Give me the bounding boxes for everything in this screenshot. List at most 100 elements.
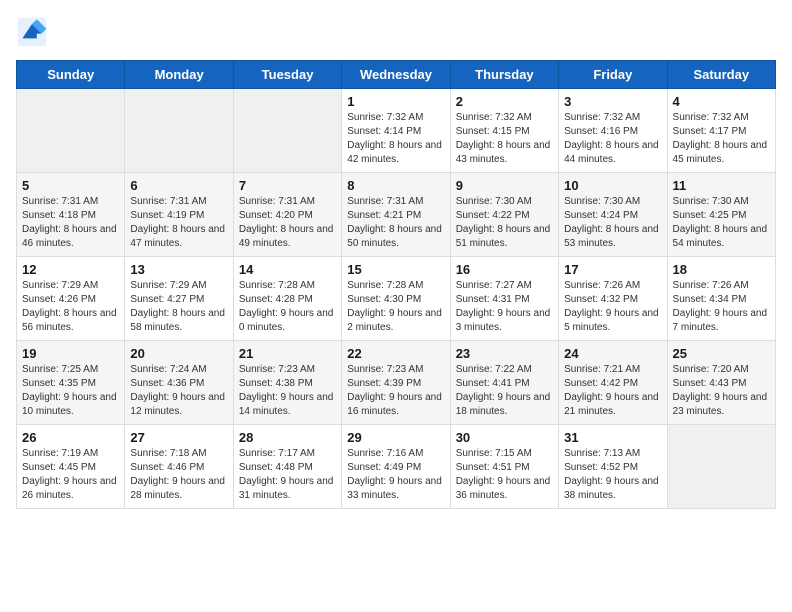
calendar-cell: 20 Sunrise: 7:24 AMSunset: 4:36 PMDayligh… <box>125 341 233 425</box>
calendar-cell: 4 Sunrise: 7:32 AMSunset: 4:17 PMDaylight… <box>667 89 775 173</box>
calendar-cell: 3 Sunrise: 7:32 AMSunset: 4:16 PMDaylight… <box>559 89 667 173</box>
calendar-cell: 24 Sunrise: 7:21 AMSunset: 4:42 PMDayligh… <box>559 341 667 425</box>
calendar-cell: 5Sunrise: 7:31 AMSunset: 4:18 PMDaylight… <box>17 173 125 257</box>
day-info: Sunrise: 7:29 AMSunset: 4:27 PMDaylight:… <box>130 279 227 335</box>
col-header-saturday: Saturday <box>667 61 775 89</box>
day-number: 3 <box>564 94 661 109</box>
day-info: Sunrise: 7:31 AMSunset: 4:21 PMDaylight:… <box>347 195 444 251</box>
col-header-friday: Friday <box>559 61 667 89</box>
calendar-cell: 10 Sunrise: 7:30 AMSunset: 4:24 PMDayligh… <box>559 173 667 257</box>
day-info: Sunrise: 7:30 AMSunset: 4:24 PMDaylight:… <box>564 195 661 251</box>
calendar-cell: 18 Sunrise: 7:26 AMSunset: 4:34 PMDayligh… <box>667 257 775 341</box>
calendar-cell: 1 Sunrise: 7:32 AMSunset: 4:14 PMDaylight… <box>342 89 450 173</box>
day-number: 27 <box>130 430 227 445</box>
col-header-sunday: Sunday <box>17 61 125 89</box>
day-number: 22 <box>347 346 444 361</box>
calendar-cell: 6 Sunrise: 7:31 AMSunset: 4:19 PMDaylight… <box>125 173 233 257</box>
day-number: 7 <box>239 178 336 193</box>
calendar-cell: 29 Sunrise: 7:16 AMSunset: 4:49 PMDayligh… <box>342 425 450 509</box>
day-number: 5 <box>22 178 119 193</box>
day-number: 28 <box>239 430 336 445</box>
day-number: 9 <box>456 178 553 193</box>
day-info: Sunrise: 7:18 AMSunset: 4:46 PMDaylight:… <box>130 447 227 503</box>
day-info: Sunrise: 7:15 AMSunset: 4:51 PMDaylight:… <box>456 447 553 503</box>
day-number: 24 <box>564 346 661 361</box>
logo <box>16 16 52 48</box>
calendar-cell: 14 Sunrise: 7:28 AMSunset: 4:28 PMDayligh… <box>233 257 341 341</box>
day-number: 14 <box>239 262 336 277</box>
day-info: Sunrise: 7:19 AMSunset: 4:45 PMDaylight:… <box>22 447 119 503</box>
day-number: 13 <box>130 262 227 277</box>
calendar-cell: 25 Sunrise: 7:20 AMSunset: 4:43 PMDayligh… <box>667 341 775 425</box>
calendar-cell: 7 Sunrise: 7:31 AMSunset: 4:20 PMDaylight… <box>233 173 341 257</box>
day-info: Sunrise: 7:28 AMSunset: 4:30 PMDaylight:… <box>347 279 444 335</box>
day-info: Sunrise: 7:32 AMSunset: 4:15 PMDaylight:… <box>456 111 553 167</box>
day-number: 12 <box>22 262 119 277</box>
calendar-cell: 31 Sunrise: 7:13 AMSunset: 4:52 PMDayligh… <box>559 425 667 509</box>
calendar-cell: 2 Sunrise: 7:32 AMSunset: 4:15 PMDaylight… <box>450 89 558 173</box>
calendar-cell: 22Sunrise: 7:23 AMSunset: 4:39 PMDayligh… <box>342 341 450 425</box>
calendar-cell <box>125 89 233 173</box>
calendar-cell: 11 Sunrise: 7:30 AMSunset: 4:25 PMDayligh… <box>667 173 775 257</box>
calendar-cell: 23Sunrise: 7:22 AMSunset: 4:41 PMDayligh… <box>450 341 558 425</box>
day-info: Sunrise: 7:24 AMSunset: 4:36 PMDaylight:… <box>130 363 227 419</box>
day-number: 21 <box>239 346 336 361</box>
day-number: 23 <box>456 346 553 361</box>
calendar-cell: 16 Sunrise: 7:27 AMSunset: 4:31 PMDayligh… <box>450 257 558 341</box>
day-number: 31 <box>564 430 661 445</box>
day-number: 19 <box>22 346 119 361</box>
day-number: 4 <box>673 94 770 109</box>
day-number: 26 <box>22 430 119 445</box>
calendar-cell: 19 Sunrise: 7:25 AMSunset: 4:35 PMDayligh… <box>17 341 125 425</box>
day-number: 8 <box>347 178 444 193</box>
calendar-cell: 8 Sunrise: 7:31 AMSunset: 4:21 PMDaylight… <box>342 173 450 257</box>
day-number: 10 <box>564 178 661 193</box>
calendar-cell: 13 Sunrise: 7:29 AMSunset: 4:27 PMDayligh… <box>125 257 233 341</box>
day-info: Sunrise: 7:32 AMSunset: 4:17 PMDaylight:… <box>673 111 770 167</box>
calendar-cell: 26 Sunrise: 7:19 AMSunset: 4:45 PMDayligh… <box>17 425 125 509</box>
calendar-cell: 15 Sunrise: 7:28 AMSunset: 4:30 PMDayligh… <box>342 257 450 341</box>
day-info: Sunrise: 7:13 AMSunset: 4:52 PMDaylight:… <box>564 447 661 503</box>
day-number: 29 <box>347 430 444 445</box>
day-number: 6 <box>130 178 227 193</box>
col-header-tuesday: Tuesday <box>233 61 341 89</box>
day-info: Sunrise: 7:31 AMSunset: 4:20 PMDaylight:… <box>239 195 336 251</box>
day-number: 18 <box>673 262 770 277</box>
day-info: Sunrise: 7:20 AMSunset: 4:43 PMDaylight:… <box>673 363 770 419</box>
day-number: 30 <box>456 430 553 445</box>
day-number: 1 <box>347 94 444 109</box>
day-number: 25 <box>673 346 770 361</box>
day-number: 20 <box>130 346 227 361</box>
calendar-cell: 27 Sunrise: 7:18 AMSunset: 4:46 PMDayligh… <box>125 425 233 509</box>
col-header-wednesday: Wednesday <box>342 61 450 89</box>
day-info: Sunrise: 7:30 AMSunset: 4:25 PMDaylight:… <box>673 195 770 251</box>
day-info: Sunrise: 7:28 AMSunset: 4:28 PMDaylight:… <box>239 279 336 335</box>
day-number: 15 <box>347 262 444 277</box>
day-number: 16 <box>456 262 553 277</box>
day-info: Sunrise: 7:30 AMSunset: 4:22 PMDaylight:… <box>456 195 553 251</box>
calendar-cell: 21 Sunrise: 7:23 AMSunset: 4:38 PMDayligh… <box>233 341 341 425</box>
col-header-thursday: Thursday <box>450 61 558 89</box>
calendar-cell: 9 Sunrise: 7:30 AMSunset: 4:22 PMDaylight… <box>450 173 558 257</box>
day-info: Sunrise: 7:23 AMSunset: 4:38 PMDaylight:… <box>239 363 336 419</box>
day-info: Sunrise: 7:29 AMSunset: 4:26 PMDaylight:… <box>22 279 119 335</box>
day-number: 17 <box>564 262 661 277</box>
day-info: Sunrise: 7:26 AMSunset: 4:34 PMDaylight:… <box>673 279 770 335</box>
day-info: Sunrise: 7:25 AMSunset: 4:35 PMDaylight:… <box>22 363 119 419</box>
calendar-cell: 30 Sunrise: 7:15 AMSunset: 4:51 PMDayligh… <box>450 425 558 509</box>
day-info: Sunrise: 7:17 AMSunset: 4:48 PMDaylight:… <box>239 447 336 503</box>
day-info: Sunrise: 7:32 AMSunset: 4:16 PMDaylight:… <box>564 111 661 167</box>
page-header <box>16 16 776 48</box>
col-header-monday: Monday <box>125 61 233 89</box>
day-number: 11 <box>673 178 770 193</box>
calendar-cell <box>233 89 341 173</box>
day-info: Sunrise: 7:31 AMSunset: 4:19 PMDaylight:… <box>130 195 227 251</box>
day-info: Sunrise: 7:21 AMSunset: 4:42 PMDaylight:… <box>564 363 661 419</box>
day-info: Sunrise: 7:27 AMSunset: 4:31 PMDaylight:… <box>456 279 553 335</box>
day-info: Sunrise: 7:26 AMSunset: 4:32 PMDaylight:… <box>564 279 661 335</box>
day-info: Sunrise: 7:16 AMSunset: 4:49 PMDaylight:… <box>347 447 444 503</box>
day-info: Sunrise: 7:32 AMSunset: 4:14 PMDaylight:… <box>347 111 444 167</box>
calendar-cell: 28 Sunrise: 7:17 AMSunset: 4:48 PMDayligh… <box>233 425 341 509</box>
day-number: 2 <box>456 94 553 109</box>
calendar-cell <box>17 89 125 173</box>
